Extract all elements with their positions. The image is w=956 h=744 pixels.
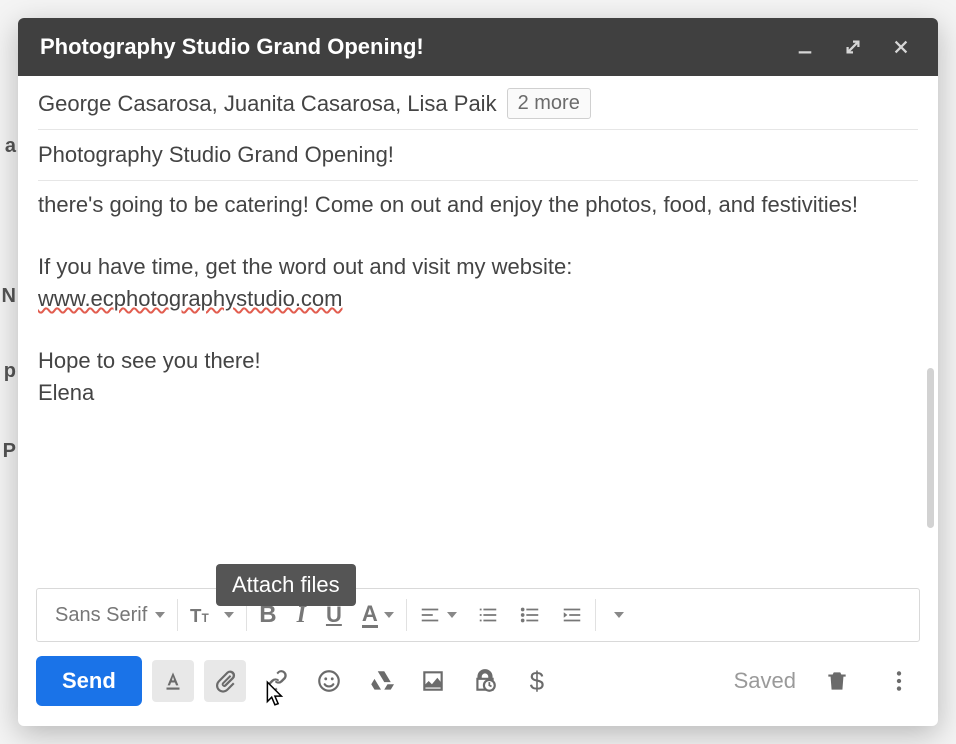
more-options-button[interactable] [878, 660, 920, 702]
insert-emoji-button[interactable] [308, 660, 350, 702]
body-paragraph-1: there's going to be catering! Come on ou… [38, 189, 918, 221]
svg-text:T: T [202, 612, 209, 625]
align-icon [419, 604, 441, 626]
drive-icon [368, 668, 394, 694]
bold-button[interactable]: B [249, 589, 286, 641]
text-format-icon [160, 668, 186, 694]
saved-label: Saved [734, 668, 796, 694]
bold-icon: B [259, 601, 276, 629]
font-size-dropdown[interactable]: TT [180, 589, 244, 641]
chevron-down-icon [614, 612, 624, 618]
align-button[interactable] [409, 589, 467, 641]
recipients-row[interactable]: George Casarosa, Juanita Casarosa, Lisa … [18, 76, 938, 129]
bulleted-list-icon [519, 604, 541, 626]
font-family-label: Sans Serif [55, 604, 149, 627]
image-icon [420, 668, 446, 694]
body-signature: Elena [38, 377, 918, 409]
subject-row[interactable]: Photography Studio Grand Opening! [18, 130, 938, 178]
titlebar: Photography Studio Grand Opening! [18, 18, 938, 76]
svg-text:T: T [190, 605, 202, 626]
bulleted-list-button[interactable] [509, 589, 551, 641]
chevron-down-icon [155, 612, 165, 618]
indent-icon [561, 604, 583, 626]
send-button[interactable]: Send [36, 656, 142, 706]
recipients-text: George Casarosa, Juanita Casarosa, Lisa … [38, 91, 497, 117]
chevron-down-icon [224, 612, 234, 618]
emoji-icon [316, 668, 342, 694]
more-formatting-button[interactable] [598, 589, 634, 641]
body-paragraph-3: Hope to see you there! [38, 345, 918, 377]
kebab-icon [886, 668, 912, 694]
window-title: Photography Studio Grand Opening! [40, 34, 772, 60]
italic-button[interactable]: I [287, 589, 316, 641]
formatting-toggle-button[interactable] [152, 660, 194, 702]
insert-money-button[interactable]: $ [516, 660, 558, 702]
underline-icon: U [326, 602, 342, 628]
subject-text: Photography Studio Grand Opening! [38, 142, 394, 168]
formatting-toolbar: Sans Serif TT B I U A [36, 588, 920, 642]
background-left-strip: a N p P [0, 0, 18, 744]
text-size-icon: TT [190, 601, 218, 629]
discard-draft-button[interactable] [816, 660, 858, 702]
email-body[interactable]: there's going to be catering! Come on ou… [18, 178, 938, 582]
chevron-down-icon [447, 612, 457, 618]
insert-drive-button[interactable] [360, 660, 402, 702]
underline-button[interactable]: U [316, 589, 352, 641]
italic-icon: I [297, 602, 306, 629]
bottom-bar: Send $ Saved [18, 642, 938, 726]
recipients-more-badge[interactable]: 2 more [507, 88, 591, 119]
fullscreen-button[interactable] [838, 32, 868, 62]
attach-files-button[interactable] [204, 660, 246, 702]
numbered-list-button[interactable] [467, 589, 509, 641]
insert-photo-button[interactable] [412, 660, 454, 702]
body-paragraph-2: If you have time, get the word out and v… [38, 251, 918, 283]
scrollbar-thumb[interactable] [927, 368, 934, 528]
lock-clock-icon [472, 668, 498, 694]
close-icon [892, 38, 910, 56]
numbered-list-icon [477, 604, 499, 626]
paperclip-icon [212, 668, 238, 694]
font-family-dropdown[interactable]: Sans Serif [45, 589, 175, 641]
compose-window: Photography Studio Grand Opening! George… [18, 18, 938, 726]
minimize-icon [796, 38, 814, 56]
chevron-down-icon [384, 612, 394, 618]
confidential-mode-button[interactable] [464, 660, 506, 702]
trash-icon [824, 668, 850, 694]
close-button[interactable] [886, 32, 916, 62]
expand-icon [844, 38, 862, 56]
link-icon [264, 668, 290, 694]
text-color-icon: A [362, 603, 378, 628]
indent-button[interactable] [551, 589, 593, 641]
minimize-button[interactable] [790, 32, 820, 62]
text-color-button[interactable]: A [352, 589, 404, 641]
insert-link-button[interactable] [256, 660, 298, 702]
dollar-icon: $ [530, 666, 544, 697]
body-link[interactable]: www.ecphotographystudio.com [38, 286, 343, 311]
